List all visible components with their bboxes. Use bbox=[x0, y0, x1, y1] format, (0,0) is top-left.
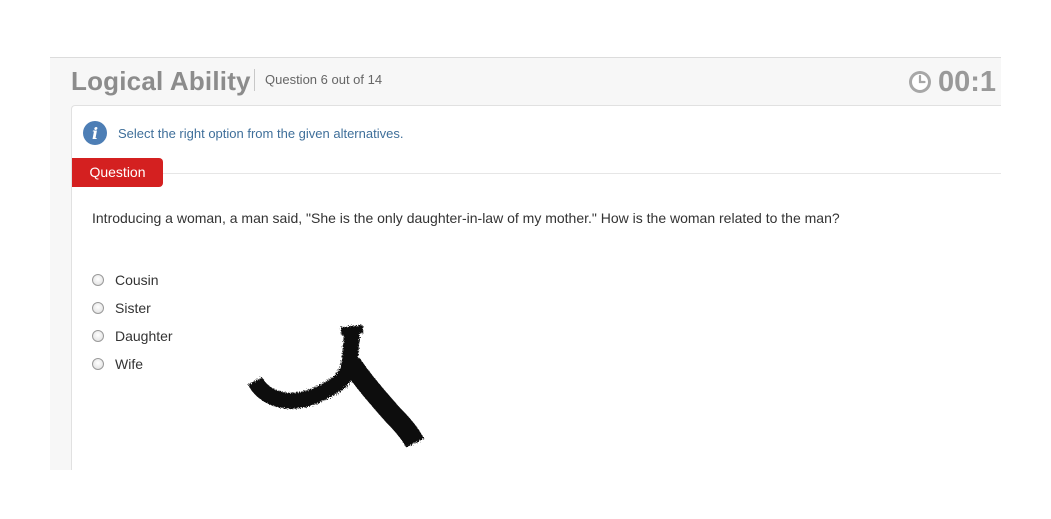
option-daughter[interactable]: Daughter bbox=[92, 322, 173, 350]
answer-options: Cousin Sister Daughter Wife bbox=[92, 266, 173, 378]
radio-button[interactable] bbox=[92, 274, 104, 286]
quiz-frame: Logical Ability Question 6 out of 14 00:… bbox=[50, 57, 1001, 470]
question-divider bbox=[163, 173, 1001, 174]
question-counter: Question 6 out of 14 bbox=[265, 72, 383, 87]
question-tab: Question bbox=[72, 158, 163, 187]
option-label: Cousin bbox=[115, 272, 159, 288]
handwritten-scribble bbox=[247, 325, 424, 448]
clock-icon bbox=[909, 71, 931, 93]
instruction-text: Select the right option from the given a… bbox=[118, 125, 404, 141]
section-title: Logical Ability bbox=[71, 66, 251, 96]
radio-button[interactable] bbox=[92, 302, 104, 314]
instruction-bar: i Select the right option from the given… bbox=[83, 121, 403, 145]
option-cousin[interactable]: Cousin bbox=[92, 266, 173, 294]
question-panel: i Select the right option from the given… bbox=[71, 105, 1001, 470]
timer-value: 00:1 bbox=[938, 65, 997, 98]
option-label: Daughter bbox=[115, 328, 173, 344]
header-divider bbox=[254, 69, 255, 91]
radio-button[interactable] bbox=[92, 358, 104, 370]
option-wife[interactable]: Wife bbox=[92, 350, 173, 378]
option-label: Sister bbox=[115, 300, 151, 316]
radio-button[interactable] bbox=[92, 330, 104, 342]
option-sister[interactable]: Sister bbox=[92, 294, 173, 322]
timer: 00:1 bbox=[908, 64, 996, 100]
question-text: Introducing a woman, a man said, "She is… bbox=[92, 210, 840, 226]
option-label: Wife bbox=[115, 356, 143, 372]
quiz-header: Logical Ability Question 6 out of 14 00:… bbox=[50, 58, 1001, 104]
info-icon: i bbox=[83, 121, 107, 145]
